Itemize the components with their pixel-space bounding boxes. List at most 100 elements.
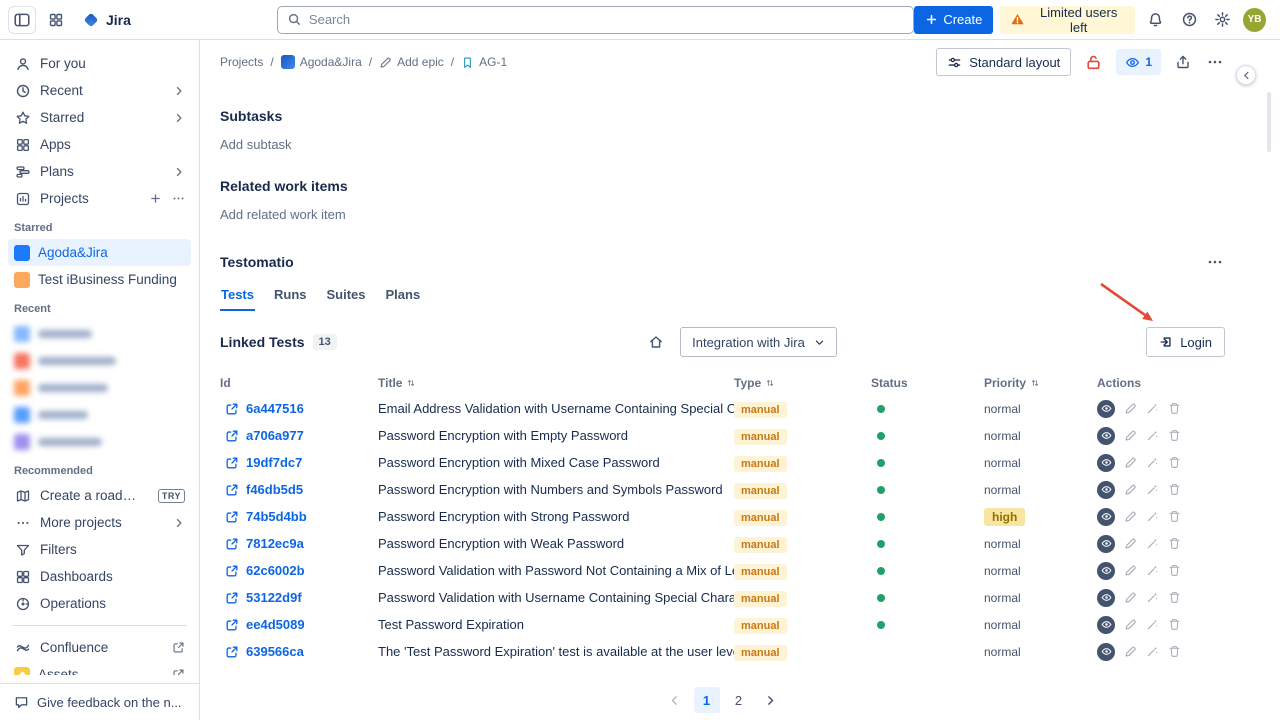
add-related-work-item-button[interactable]: Add related work item — [220, 207, 346, 222]
tab-suites[interactable]: Suites — [326, 287, 367, 311]
external-link-icon[interactable] — [225, 429, 239, 443]
magic-wand-icon[interactable] — [1146, 618, 1159, 631]
unlock-icon[interactable] — [1083, 52, 1104, 73]
sidebar-item-confluence[interactable]: Confluence — [8, 634, 191, 661]
magic-wand-icon[interactable] — [1146, 564, 1159, 577]
sidebar-project-test-ibusiness[interactable]: Test iBusiness Funding — [8, 266, 191, 293]
external-link-icon[interactable] — [225, 591, 239, 605]
page-button-1[interactable]: 1 — [694, 687, 720, 713]
view-test-button[interactable] — [1097, 535, 1115, 553]
sidebar-item-operations[interactable]: Operations — [8, 590, 191, 617]
limited-users-button[interactable]: Limited users left — [1000, 6, 1135, 34]
magic-wand-icon[interactable] — [1146, 510, 1159, 523]
external-link-icon[interactable] — [225, 564, 239, 578]
column-header-type[interactable]: Type — [734, 376, 871, 390]
redacted-recent-item[interactable] — [8, 401, 191, 428]
external-link-icon[interactable] — [225, 483, 239, 497]
delete-icon[interactable] — [1168, 564, 1181, 577]
edit-icon[interactable] — [1124, 510, 1137, 523]
external-link-icon[interactable] — [225, 537, 239, 551]
view-test-button[interactable] — [1097, 643, 1115, 661]
view-test-button[interactable] — [1097, 589, 1115, 607]
test-id-link[interactable]: ee4d5089 — [246, 617, 305, 632]
sidebar-item-starred[interactable]: Starred — [8, 104, 191, 131]
layout-selector-button[interactable]: Standard layout — [936, 48, 1071, 76]
magic-wand-icon[interactable] — [1146, 456, 1159, 469]
create-button[interactable]: Create — [914, 6, 993, 34]
edit-icon[interactable] — [1124, 456, 1137, 469]
breadcrumb-projects[interactable]: Projects — [220, 55, 263, 69]
sidebar-item-assets[interactable]: Assets — [8, 661, 191, 675]
external-link-icon[interactable] — [225, 456, 239, 470]
test-id-link[interactable]: 74b5d4bb — [246, 509, 307, 524]
edit-icon[interactable] — [1124, 618, 1137, 631]
give-feedback-button[interactable]: Give feedback on the n... — [0, 683, 199, 720]
redacted-recent-item[interactable] — [8, 347, 191, 374]
redacted-recent-item[interactable] — [8, 428, 191, 455]
app-switcher-button[interactable] — [42, 6, 70, 34]
sidebar-item-create-roadmap[interactable]: Create a roadmap TRY — [8, 482, 191, 509]
previous-page-button[interactable] — [662, 687, 688, 713]
external-link-icon[interactable] — [225, 618, 239, 632]
sidebar-item-for-you[interactable]: For you — [8, 50, 191, 77]
breadcrumb-add-epic[interactable]: Add epic — [379, 55, 444, 69]
view-test-button[interactable] — [1097, 481, 1115, 499]
delete-icon[interactable] — [1168, 510, 1181, 523]
avatar[interactable]: YB — [1243, 8, 1266, 32]
column-header-title[interactable]: Title — [378, 376, 734, 390]
integration-dropdown[interactable]: Integration with Jira — [680, 327, 837, 357]
delete-icon[interactable] — [1168, 429, 1181, 442]
external-link-icon[interactable] — [225, 645, 239, 659]
delete-icon[interactable] — [1168, 402, 1181, 415]
jira-logo[interactable]: Jira — [82, 11, 131, 29]
tab-plans[interactable]: Plans — [385, 287, 422, 311]
breadcrumb-project[interactable]: Agoda&Jira — [281, 55, 362, 69]
edit-icon[interactable] — [1124, 402, 1137, 415]
sidebar-item-apps[interactable]: Apps — [8, 131, 191, 158]
redacted-recent-item[interactable] — [8, 374, 191, 401]
add-subtask-button[interactable]: Add subtask — [220, 137, 292, 152]
sidebar-item-recent[interactable]: Recent — [8, 77, 191, 104]
test-id-link[interactable]: 19df7dc7 — [246, 455, 302, 470]
view-test-button[interactable] — [1097, 508, 1115, 526]
more-actions-button[interactable] — [1205, 52, 1225, 72]
edit-icon[interactable] — [1124, 537, 1137, 550]
view-test-button[interactable] — [1097, 616, 1115, 634]
settings-button[interactable] — [1209, 6, 1236, 34]
tab-runs[interactable]: Runs — [273, 287, 308, 311]
tab-tests[interactable]: Tests — [220, 287, 255, 311]
external-link-icon[interactable] — [225, 402, 239, 416]
edit-icon[interactable] — [1124, 591, 1137, 604]
testomatio-more-button[interactable] — [1205, 252, 1225, 272]
magic-wand-icon[interactable] — [1146, 591, 1159, 604]
share-button[interactable] — [1173, 52, 1193, 72]
add-project-button[interactable] — [149, 192, 162, 205]
next-page-button[interactable] — [758, 687, 784, 713]
delete-icon[interactable] — [1168, 483, 1181, 496]
delete-icon[interactable] — [1168, 456, 1181, 469]
view-test-button[interactable] — [1097, 454, 1115, 472]
view-test-button[interactable] — [1097, 562, 1115, 580]
view-test-button[interactable] — [1097, 427, 1115, 445]
notifications-button[interactable] — [1142, 6, 1169, 34]
redacted-recent-item[interactable] — [8, 320, 191, 347]
test-id-link[interactable]: 7812ec9a — [246, 536, 304, 551]
scrollbar-thumb[interactable] — [1267, 92, 1271, 152]
sidebar-item-projects[interactable]: Projects — [8, 185, 191, 212]
magic-wand-icon[interactable] — [1146, 429, 1159, 442]
sidebar-item-plans[interactable]: Plans — [8, 158, 191, 185]
sidebar-item-filters[interactable]: Filters — [8, 536, 191, 563]
column-header-priority[interactable]: Priority — [984, 376, 1097, 390]
global-search[interactable] — [277, 6, 914, 34]
login-button[interactable]: Login — [1146, 327, 1225, 357]
search-input[interactable] — [309, 12, 904, 27]
edit-icon[interactable] — [1124, 429, 1137, 442]
test-id-link[interactable]: 6a447516 — [246, 401, 304, 416]
home-button[interactable] — [646, 332, 666, 352]
delete-icon[interactable] — [1168, 645, 1181, 658]
view-test-button[interactable] — [1097, 400, 1115, 418]
sidebar-toggle-button[interactable] — [8, 6, 36, 34]
delete-icon[interactable] — [1168, 618, 1181, 631]
external-link-icon[interactable] — [225, 510, 239, 524]
sidebar-item-more-projects[interactable]: More projects — [8, 509, 191, 536]
